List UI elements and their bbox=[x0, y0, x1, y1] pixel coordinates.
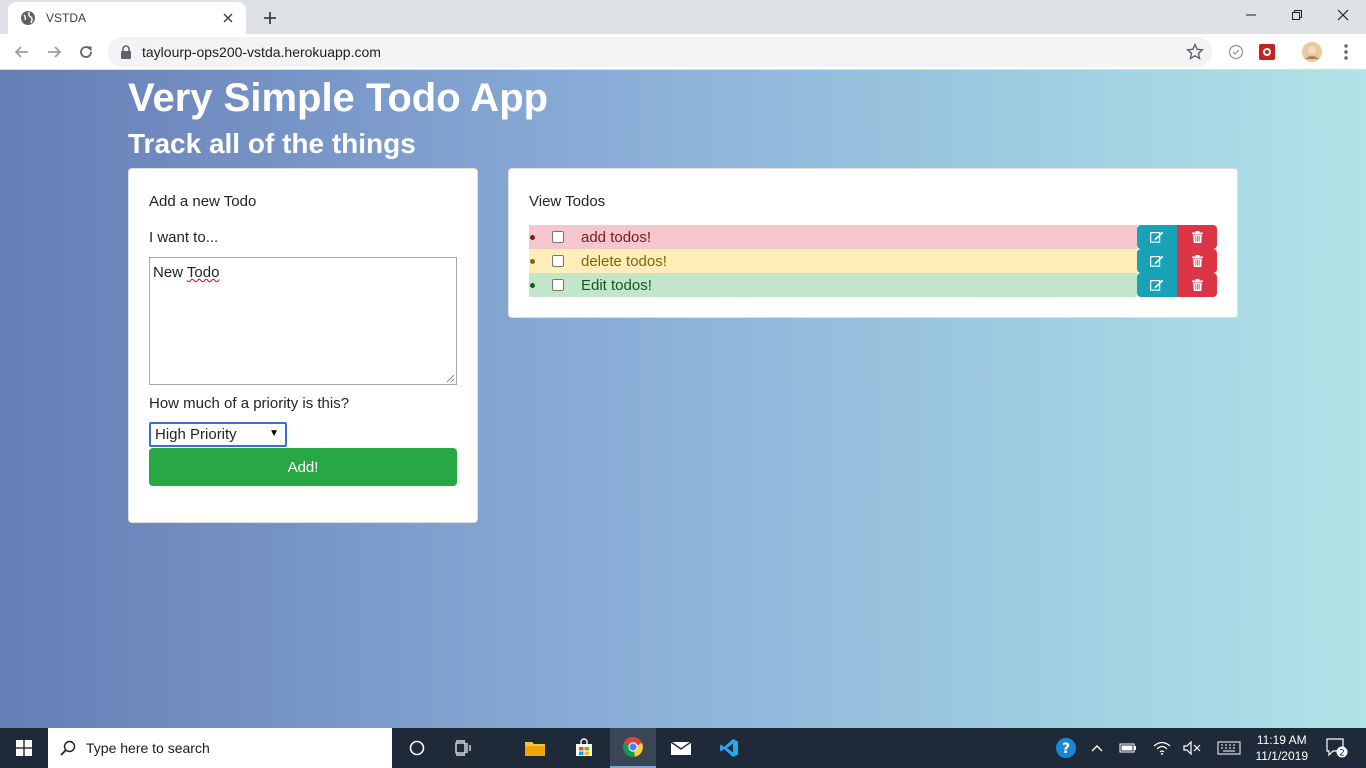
todo-checkbox[interactable] bbox=[552, 279, 564, 291]
todo-item: Edit todos! bbox=[529, 273, 1137, 297]
svg-text:?: ? bbox=[1062, 741, 1070, 757]
minimize-button[interactable] bbox=[1228, 0, 1274, 30]
mail-icon[interactable] bbox=[660, 728, 702, 768]
wifi-icon[interactable] bbox=[1151, 728, 1173, 768]
taskbar-search-placeholder: Type here to search bbox=[86, 740, 210, 756]
browser-tab[interactable]: VSTDA bbox=[8, 2, 246, 34]
clock-date: 11/1/2019 bbox=[1255, 749, 1309, 763]
delete-todo-button[interactable] bbox=[1177, 273, 1217, 297]
help-icon[interactable]: ? bbox=[1054, 728, 1078, 768]
new-tab-button[interactable] bbox=[258, 6, 282, 30]
extension-circle-icon[interactable] bbox=[1226, 42, 1246, 62]
add-button[interactable]: Add! bbox=[149, 448, 457, 486]
lock-icon bbox=[120, 45, 132, 59]
reload-button[interactable] bbox=[72, 38, 100, 66]
search-icon bbox=[60, 740, 76, 756]
back-button[interactable] bbox=[8, 38, 36, 66]
taskbar-search[interactable]: Type here to search bbox=[48, 728, 392, 768]
todo-item: add todos! bbox=[529, 225, 1137, 249]
profile-avatar[interactable] bbox=[1302, 42, 1322, 62]
todo-checkbox[interactable] bbox=[552, 255, 564, 267]
todo-text-word-1: New bbox=[153, 264, 184, 281]
browser-tab-bar: VSTDA bbox=[0, 0, 1366, 34]
notifications-icon[interactable]: 2 bbox=[1320, 728, 1354, 768]
todo-text-word-2: Todo bbox=[186, 264, 220, 281]
task-view-icon[interactable] bbox=[447, 728, 481, 768]
edit-icon bbox=[1150, 279, 1164, 291]
edit-todo-button[interactable] bbox=[1137, 225, 1177, 249]
add-todo-card: Add a new Todo I want to... New Todo How… bbox=[128, 168, 478, 523]
todo-text-input[interactable]: New Todo bbox=[149, 257, 457, 385]
windows-taskbar: Type here to search ? 11:19 AM 11/1/2019 bbox=[0, 728, 1366, 768]
trash-icon bbox=[1191, 279, 1203, 291]
delete-todo-button[interactable] bbox=[1177, 249, 1217, 273]
resize-handle-icon[interactable] bbox=[445, 373, 455, 383]
chrome-taskbar-icon[interactable] bbox=[610, 728, 656, 768]
todo-text-label: I want to... bbox=[149, 229, 219, 246]
clock-time: 11:19 AM bbox=[1256, 733, 1307, 747]
todo-item: delete todos! bbox=[529, 249, 1137, 273]
edit-todo-button[interactable] bbox=[1137, 273, 1177, 297]
store-icon[interactable] bbox=[563, 728, 605, 768]
todo-text: delete todos! bbox=[581, 252, 667, 270]
delete-todo-button[interactable] bbox=[1177, 225, 1217, 249]
edit-icon bbox=[1150, 255, 1164, 267]
list-bullet-icon bbox=[530, 282, 535, 288]
view-todos-card: View Todos add todos! delete todos! Edit t… bbox=[508, 168, 1238, 318]
edit-todo-button[interactable] bbox=[1137, 249, 1177, 273]
restore-button[interactable] bbox=[1274, 0, 1320, 30]
priority-label: How much of a priority is this? bbox=[149, 395, 350, 412]
forward-button[interactable] bbox=[40, 38, 68, 66]
keyboard-icon[interactable] bbox=[1214, 728, 1244, 768]
trash-icon bbox=[1191, 255, 1203, 267]
todo-text: add todos! bbox=[581, 228, 652, 246]
browser-toolbar: taylourp-ops200-vstda.herokuapp.com bbox=[0, 34, 1366, 70]
battery-icon[interactable] bbox=[1117, 728, 1139, 768]
tab-title: VSTDA bbox=[46, 11, 87, 25]
priority-selected-value: High Priority bbox=[155, 426, 237, 443]
address-bar[interactable]: taylourp-ops200-vstda.herokuapp.com bbox=[108, 37, 1212, 67]
extension-red-icon[interactable] bbox=[1257, 42, 1277, 62]
close-window-button[interactable] bbox=[1320, 0, 1366, 30]
cortana-icon[interactable] bbox=[400, 728, 434, 768]
dropdown-caret-icon: ▼ bbox=[269, 428, 279, 439]
close-tab-icon[interactable] bbox=[220, 10, 236, 26]
view-todos-heading: View Todos bbox=[529, 193, 606, 210]
file-explorer-icon[interactable] bbox=[514, 728, 556, 768]
priority-select[interactable]: High Priority ▼ bbox=[149, 422, 287, 447]
browser-menu-icon[interactable] bbox=[1336, 42, 1356, 62]
bookmark-star-icon[interactable] bbox=[1186, 43, 1204, 61]
edit-icon bbox=[1150, 231, 1164, 243]
chevron-up-icon[interactable] bbox=[1087, 728, 1107, 768]
volume-muted-icon[interactable] bbox=[1181, 728, 1203, 768]
trash-icon bbox=[1191, 231, 1203, 243]
page-title: Very Simple Todo App bbox=[128, 76, 549, 120]
todo-checkbox[interactable] bbox=[552, 231, 564, 243]
notification-count: 2 bbox=[1339, 749, 1345, 759]
taskbar-clock[interactable]: 11:19 AM 11/1/2019 bbox=[1256, 732, 1309, 764]
todo-text: Edit todos! bbox=[581, 276, 652, 294]
windows-start-icon[interactable] bbox=[0, 728, 48, 768]
list-bullet-icon bbox=[530, 234, 535, 240]
page-subtitle: Track all of the things bbox=[128, 128, 416, 159]
add-todo-heading: Add a new Todo bbox=[149, 193, 257, 210]
url-text: taylourp-ops200-vstda.herokuapp.com bbox=[142, 44, 381, 60]
list-bullet-icon bbox=[530, 258, 535, 264]
vscode-icon[interactable] bbox=[708, 728, 750, 768]
page-background: Very Simple Todo App Track all of the th… bbox=[0, 70, 1366, 728]
globe-icon bbox=[20, 10, 36, 26]
